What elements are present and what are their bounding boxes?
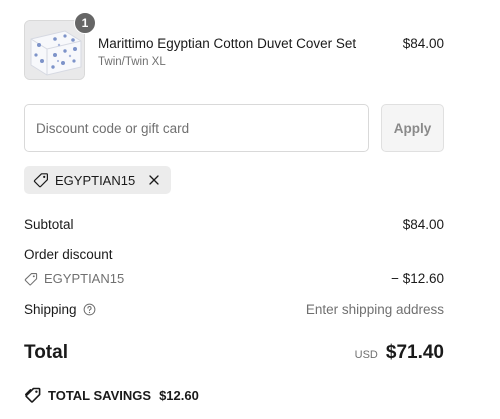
order-discount-row: Order discount <box>24 247 444 262</box>
total-value-group: USD $71.40 <box>355 342 444 364</box>
tag-icon <box>33 173 48 188</box>
shipping-label-group: Shipping <box>24 302 96 317</box>
quantity-badge: 1 <box>74 12 96 34</box>
total-row: Total USD $71.40 <box>24 342 444 366</box>
total-amount: $71.40 <box>385 342 444 363</box>
currency-code: USD <box>354 349 378 361</box>
total-label: Total <box>24 342 68 363</box>
order-discount-label: Order discount <box>24 247 113 262</box>
product-variant: Twin/Twin XL <box>98 56 166 68</box>
shipping-row: Shipping Enter shipping address <box>24 302 444 317</box>
remove-discount-button[interactable] <box>147 173 161 187</box>
applied-discount-chip: EGYPTIAN15 <box>24 166 172 194</box>
shipping-label: Shipping <box>24 302 77 317</box>
apply-button[interactable]: Apply <box>381 104 444 152</box>
savings-tag-icon <box>25 387 41 403</box>
subtotal-value: $84.00 <box>402 217 444 232</box>
line-item: 1 Marittimo Egyptian Cotton Duvet Cover … <box>24 12 444 82</box>
order-discount-code-row: EGYPTIAN15 − $12.60 <box>24 271 444 286</box>
help-icon[interactable] <box>83 303 96 316</box>
total-savings: TOTAL SAVINGS $12.60 <box>24 386 199 404</box>
product-title: Marittimo Egyptian Cotton Duvet Cover Se… <box>98 36 357 51</box>
total-savings-value: $12.60 <box>159 387 199 403</box>
order-discount-code-line: EGYPTIAN15 <box>24 271 444 286</box>
tag-icon <box>24 272 38 285</box>
product-thumbnail-wrap: 1 <box>24 12 96 80</box>
order-discount-value: − $12.60 <box>391 271 444 286</box>
discount-code-input[interactable] <box>24 104 369 152</box>
subtotal-label: Subtotal <box>24 217 74 232</box>
close-icon <box>149 175 159 185</box>
total-savings-label: TOTAL SAVINGS <box>48 387 152 403</box>
order-discount-code: EGYPTIAN15 <box>44 271 125 286</box>
product-price: $84.00 <box>402 36 444 51</box>
applied-discount-code: EGYPTIAN15 <box>55 172 136 188</box>
subtotal-row: Subtotal $84.00 <box>24 217 444 232</box>
shipping-value: Enter shipping address <box>305 302 444 317</box>
